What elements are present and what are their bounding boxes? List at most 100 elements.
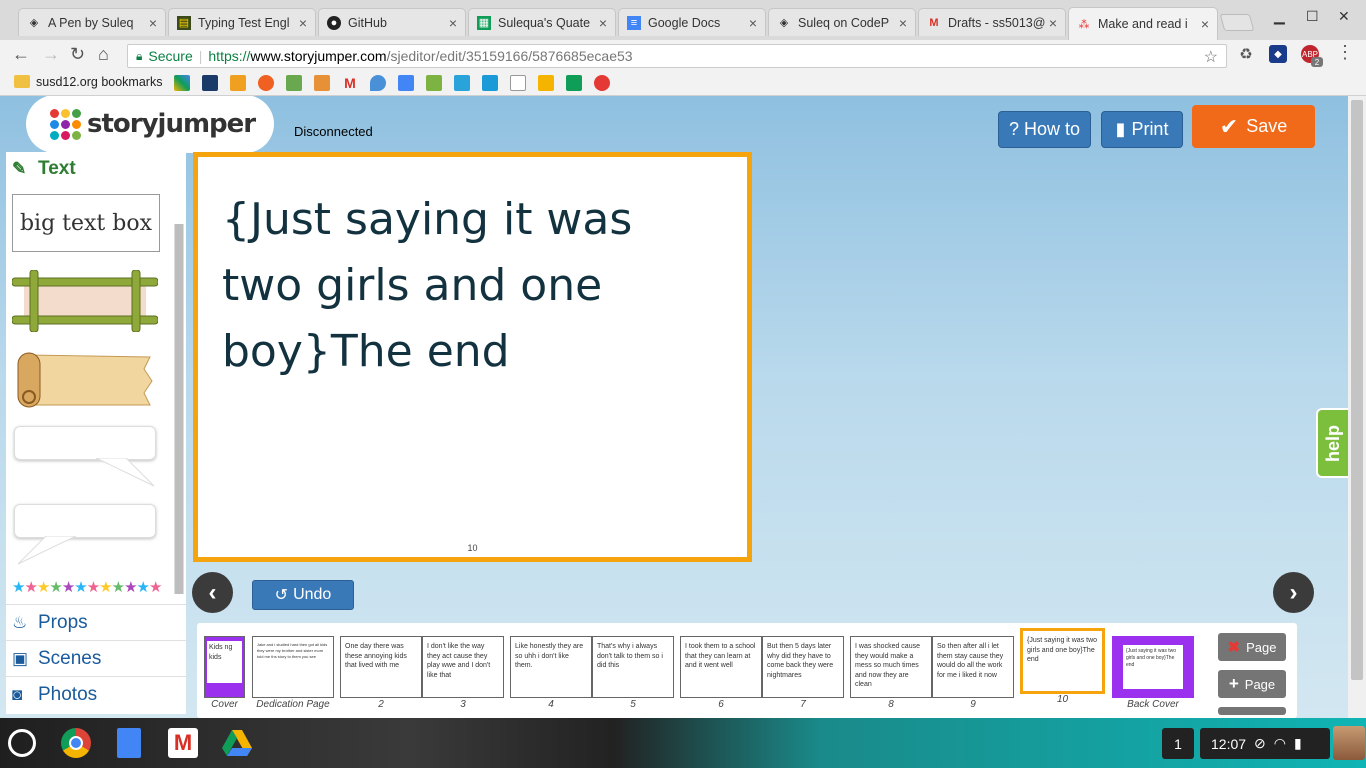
maximize-icon[interactable]: ☐ <box>1306 8 1319 25</box>
close-icon[interactable]: × <box>449 15 457 31</box>
bookmark-icon[interactable] <box>538 75 554 91</box>
page-canvas[interactable]: {Just saying it was two girls and one bo… <box>193 152 752 562</box>
close-icon[interactable]: × <box>749 15 757 31</box>
text-box-gallery: big text box ★★★★★★★★★★★★ <box>6 186 186 606</box>
tab-gmail-drafts[interactable]: M Drafts - ss5013@ × <box>918 8 1066 36</box>
tab-typing-test[interactable]: ▤ Typing Test Engl × <box>168 8 316 36</box>
bookmark-icon[interactable] <box>286 75 302 91</box>
more-page-button[interactable] <box>1218 707 1286 715</box>
chrome-icon[interactable] <box>61 728 91 758</box>
remove-page-button[interactable]: ✖ Page <box>1218 633 1286 661</box>
page-icon[interactable] <box>510 75 526 91</box>
avatar[interactable] <box>1333 726 1365 760</box>
browser-toolbar: ← → ↻ ⌂ 🔒︎ Secure | https://www.storyjum… <box>0 40 1366 70</box>
back-icon[interactable]: ← <box>12 44 30 65</box>
bookmark-icon[interactable] <box>202 75 218 91</box>
close-icon[interactable]: × <box>149 15 157 31</box>
gmail-icon: M <box>929 16 939 29</box>
system-tray[interactable]: 12:07 ⊘ ◠ ▮ <box>1200 728 1330 759</box>
docs-icon[interactable] <box>117 728 141 758</box>
chevron-right-icon: › <box>1289 578 1298 606</box>
tab-a-pen[interactable]: ◈ A Pen by Suleq × <box>18 8 166 36</box>
typing-icon: ▤ <box>177 15 191 30</box>
sidebar-scrollbar[interactable] <box>174 224 184 594</box>
tab-sheets[interactable]: ▦ Sulequa's Quate × <box>468 8 616 36</box>
tab-google-docs[interactable]: ≡ Google Docs × <box>618 8 766 36</box>
big-text-box-option[interactable]: big text box <box>12 194 160 252</box>
gmail-icon[interactable]: M <box>342 75 358 91</box>
new-tab-button[interactable] <box>1219 14 1255 31</box>
address-bar[interactable]: 🔒︎ Secure | https://www.storyjumper.com /… <box>127 44 1227 68</box>
close-icon[interactable]: × <box>299 15 307 31</box>
speech-bubble-tail <box>17 536 76 565</box>
os-shelf: M 1 12:07 ⊘ ◠ ▮ <box>0 718 1366 768</box>
close-icon[interactable]: × <box>1201 16 1209 32</box>
sheets-icon[interactable] <box>566 75 582 91</box>
menu-icon[interactable]: ⋮ <box>1336 42 1354 63</box>
previous-page-button[interactable]: ‹ <box>192 572 233 613</box>
help-tab[interactable]: help <box>1316 408 1348 478</box>
cake-icon: ♨ <box>12 612 28 632</box>
tab-storyjumper[interactable]: ⁂ Make and read i × <box>1068 7 1218 40</box>
recycle-icon[interactable]: ♻ <box>1237 45 1255 63</box>
tab-strip: ◈ A Pen by Suleq × ▤ Typing Test Engl × ● Git… <box>0 0 1366 40</box>
bamboo-frame-option[interactable] <box>12 270 158 332</box>
storyjumper-logo[interactable]: storyjumper <box>30 99 270 149</box>
undo-icon: ↺ <box>274 587 289 604</box>
tab-github[interactable]: ● GitHub × <box>318 8 466 36</box>
add-page-button[interactable]: + Page <box>1218 670 1286 698</box>
extension-icon[interactable]: ◆ <box>1269 45 1287 63</box>
reload-icon[interactable]: ↻ <box>70 44 85 65</box>
drive-icon[interactable] <box>222 728 252 758</box>
bookmarks-bar: susd12.org bookmarks M <box>0 70 1366 96</box>
launcher-icon[interactable] <box>8 729 36 757</box>
speech-bubble-option[interactable] <box>14 426 156 460</box>
page-strip: Kids ng kids Cover Jake and i studied ha… <box>197 623 1297 718</box>
bookmark-icon[interactable] <box>258 75 274 91</box>
gmail-icon[interactable]: M <box>168 728 198 758</box>
page-text-box[interactable]: {Just saying it was two girls and one bo… <box>222 187 652 385</box>
bookmark-icon[interactable] <box>482 75 498 91</box>
bookmark-icon[interactable] <box>594 75 610 91</box>
camera-icon: ◙ <box>12 684 23 704</box>
docs-icon[interactable] <box>398 75 414 91</box>
close-icon[interactable]: × <box>899 15 907 31</box>
speech-bubble-option[interactable] <box>14 504 156 538</box>
undo-button[interactable]: ↺ Undo <box>252 580 354 610</box>
print-button[interactable]: ▮ Print <box>1101 111 1183 148</box>
sidebar-section-props[interactable]: ♨ Props <box>6 604 186 640</box>
next-page-button[interactable]: › <box>1273 572 1314 613</box>
speech-bubble-tail <box>96 458 155 487</box>
notification-count[interactable]: 1 <box>1162 728 1194 759</box>
parchment-scroll-option[interactable] <box>16 351 154 409</box>
bookmark-icon[interactable] <box>454 75 470 91</box>
bookmark-icon[interactable] <box>174 75 190 91</box>
sidebar-section-photos[interactable]: ◙ Photos <box>6 676 186 712</box>
bookmarks-folder[interactable]: susd12.org bookmarks <box>36 75 162 89</box>
tab-codepen[interactable]: ◈ Suleq on CodeP × <box>768 8 916 36</box>
chevron-left-icon: ‹ <box>208 578 217 606</box>
how-to-button[interactable]: ? How to <box>998 111 1091 148</box>
close-icon[interactable]: × <box>599 15 607 31</box>
bookmark-icon[interactable] <box>370 75 386 91</box>
sidebar-section-text[interactable]: ✎ Text <box>6 152 186 186</box>
star-border-option[interactable]: ★★★★★★★★★★★★ <box>12 578 162 596</box>
edit-icon: ✎ <box>12 159 27 178</box>
sidebar-section-scenes[interactable]: ▣ Scenes <box>6 640 186 676</box>
bookmark-icon[interactable] <box>314 75 330 91</box>
minimize-icon[interactable]: ▁ <box>1274 8 1285 25</box>
codepen-icon: ◈ <box>29 17 39 29</box>
home-icon[interactable]: ⌂ <box>98 44 109 65</box>
docs-icon: ≡ <box>627 15 641 30</box>
connection-status: Disconnected <box>294 124 373 139</box>
close-window-icon[interactable]: ✕ <box>1338 8 1350 25</box>
bookmark-icon[interactable] <box>230 75 246 91</box>
adblock-badge: 2 <box>1311 57 1323 67</box>
save-button[interactable]: ✔︎ Save <box>1192 105 1315 148</box>
bookmark-icon[interactable] <box>426 75 442 91</box>
page-scrollbar[interactable] <box>1348 96 1366 718</box>
close-icon[interactable]: × <box>1049 15 1057 31</box>
image-icon: ▣ <box>12 648 29 668</box>
bookmark-star-icon[interactable]: ☆ <box>1204 47 1218 67</box>
forward-icon[interactable]: → <box>42 44 60 65</box>
